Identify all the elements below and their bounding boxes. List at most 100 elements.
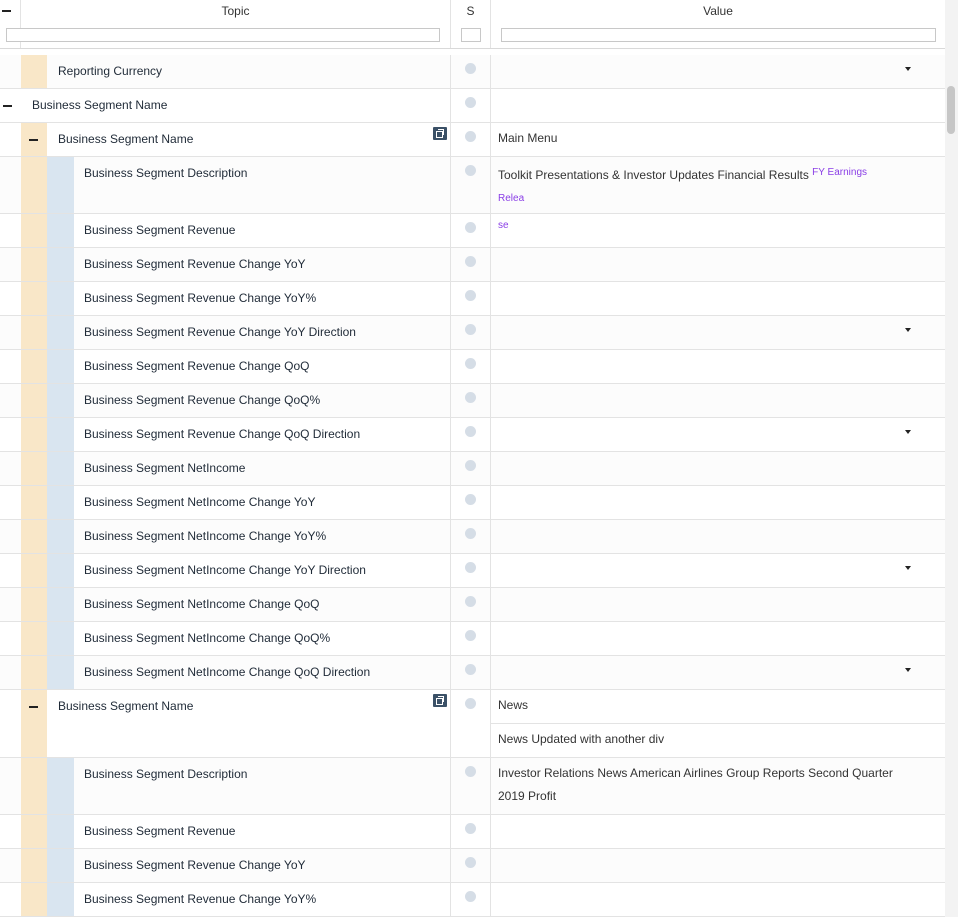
dropdown-caret-icon[interactable]	[905, 566, 911, 570]
dropdown-caret-icon[interactable]	[905, 668, 911, 672]
row-value[interactable]: Main Menu	[498, 127, 895, 150]
status-dot-icon[interactable]	[465, 426, 476, 437]
level-indicator	[21, 316, 47, 349]
level-indicator	[21, 656, 47, 689]
table-row[interactable]: Business Segment Revenue Change QoQ	[0, 350, 945, 384]
level-indicator	[21, 849, 47, 882]
level-indicator	[47, 758, 74, 814]
status-dot-icon[interactable]	[465, 630, 476, 641]
row-topic: Business Segment NetIncome Change YoY Di…	[84, 563, 366, 577]
value-text-wrap: 2019 Profit	[498, 789, 557, 803]
status-dot-icon[interactable]	[465, 766, 476, 777]
status-dot-icon[interactable]	[465, 562, 476, 573]
row-topic: Business Segment Revenue Change QoQ%	[84, 393, 321, 407]
status-dot-icon[interactable]	[465, 698, 476, 709]
table-row[interactable]: Business Segment NetIncome Change YoY Di…	[0, 554, 945, 588]
collapse-icon[interactable]	[29, 139, 38, 141]
row-topic: Business Segment Name	[32, 98, 168, 112]
topic-header-label: Topic	[221, 4, 250, 18]
status-dot-icon[interactable]	[465, 63, 476, 74]
table-row[interactable]: Business Segment NetIncome Change YoY%	[0, 520, 945, 554]
row-topic: Business Segment NetIncome Change QoQ	[84, 597, 320, 611]
level-indicator	[21, 883, 47, 916]
status-dot-icon[interactable]	[465, 256, 476, 267]
table-row[interactable]: Business Segment NetIncome Change QoQ%	[0, 622, 945, 656]
collapse-icon[interactable]	[29, 706, 38, 708]
value-text: Investor Relations News American Airline…	[498, 766, 893, 780]
table-row[interactable]: Business Segment Revenue	[0, 214, 945, 248]
table-row[interactable]: Business Segment Description Investor Re…	[0, 758, 945, 815]
level-indicator	[21, 248, 47, 281]
row-topic: Business Segment NetIncome Change YoY	[84, 495, 316, 509]
table-row[interactable]: Business Segment NetIncome Change QoQ Di…	[0, 656, 945, 690]
status-dot-icon[interactable]	[465, 664, 476, 675]
level-indicator	[21, 588, 47, 621]
collapse-all-icon[interactable]	[2, 10, 11, 12]
table-row[interactable]: Business Segment NetIncome Change QoQ	[0, 588, 945, 622]
table-row[interactable]: Business Segment Revenue Change QoQ%	[0, 384, 945, 418]
dropdown-caret-icon[interactable]	[905, 430, 911, 434]
scrollbar-thumb[interactable]	[947, 86, 955, 134]
status-dot-icon[interactable]	[465, 222, 476, 233]
table-row[interactable]: Business Segment Revenue Change YoY	[0, 849, 945, 883]
topic-header: Topic	[6, 0, 451, 48]
dropdown-caret-icon[interactable]	[905, 67, 911, 71]
level-indicator	[47, 849, 74, 882]
level-indicator	[21, 418, 47, 451]
level-indicator	[21, 520, 47, 553]
status-dot-icon[interactable]	[465, 290, 476, 301]
status-dot-icon[interactable]	[465, 891, 476, 902]
level-indicator	[47, 282, 74, 315]
level-indicator	[47, 157, 74, 213]
value-filter-input[interactable]	[501, 28, 936, 42]
row-topic: Business Segment Name	[58, 699, 194, 713]
status-dot-icon[interactable]	[465, 97, 476, 108]
copy-icon[interactable]	[433, 127, 447, 140]
status-dot-icon[interactable]	[465, 823, 476, 834]
status-dot-icon[interactable]	[465, 131, 476, 142]
status-dot-icon[interactable]	[465, 358, 476, 369]
row-topic: Business Segment Revenue Change QoQ	[84, 359, 310, 373]
status-dot-icon[interactable]	[465, 857, 476, 868]
row-topic: Business Segment Revenue	[84, 223, 236, 237]
grid-body: Reporting Currency Business Segment Name…	[0, 55, 945, 917]
topic-filter-input[interactable]	[6, 28, 440, 42]
table-row[interactable]: Business Segment Name Main Menu	[0, 123, 945, 157]
value-text: Toolkit Presentations & Investor Updates…	[498, 168, 809, 182]
status-dot-icon[interactable]	[465, 392, 476, 403]
table-row[interactable]: Business Segment Name News News Updated …	[0, 690, 945, 758]
row-value[interactable]: News	[498, 694, 895, 717]
row-value-2[interactable]: News Updated with another div	[498, 728, 895, 751]
status-dot-icon[interactable]	[465, 494, 476, 505]
table-row[interactable]: Business Segment NetIncome Change YoY	[0, 486, 945, 520]
copy-icon[interactable]	[433, 694, 447, 707]
collapse-icon[interactable]	[3, 105, 12, 107]
level-indicator	[47, 554, 74, 587]
status-filter-input[interactable]	[461, 28, 481, 42]
table-row[interactable]: Business Segment Description Toolkit Pre…	[0, 157, 945, 231]
vertical-scrollbar[interactable]	[945, 0, 958, 917]
status-dot-icon[interactable]	[465, 324, 476, 335]
level-indicator	[47, 384, 74, 417]
table-row[interactable]: Business Segment Name	[0, 89, 945, 123]
table-row[interactable]: Business Segment NetIncome	[0, 452, 945, 486]
row-topic: Business Segment Name	[58, 132, 194, 146]
status-dot-icon[interactable]	[465, 596, 476, 607]
table-row[interactable]: Business Segment Revenue Change YoY%	[0, 883, 945, 917]
level-indicator	[47, 452, 74, 485]
table-row[interactable]: Business Segment Revenue Change YoY Dire…	[0, 316, 945, 350]
table-row[interactable]: Business Segment Revenue Change QoQ Dire…	[0, 418, 945, 452]
table-row[interactable]: Reporting Currency	[0, 55, 945, 89]
row-value[interactable]: Investor Relations News American Airline…	[498, 762, 895, 808]
table-row[interactable]: Business Segment Revenue Change YoY	[0, 248, 945, 282]
row-topic: Business Segment NetIncome Change QoQ%	[84, 631, 331, 645]
status-dot-icon[interactable]	[465, 460, 476, 471]
row-topic: Business Segment Revenue Change YoY	[84, 257, 306, 271]
status-dot-icon[interactable]	[465, 165, 476, 176]
table-row[interactable]: Business Segment Revenue Change YoY%	[0, 282, 945, 316]
dropdown-caret-icon[interactable]	[905, 328, 911, 332]
level-indicator	[47, 486, 74, 519]
level-indicator	[47, 588, 74, 621]
status-dot-icon[interactable]	[465, 528, 476, 539]
table-row[interactable]: Business Segment Revenue	[0, 815, 945, 849]
